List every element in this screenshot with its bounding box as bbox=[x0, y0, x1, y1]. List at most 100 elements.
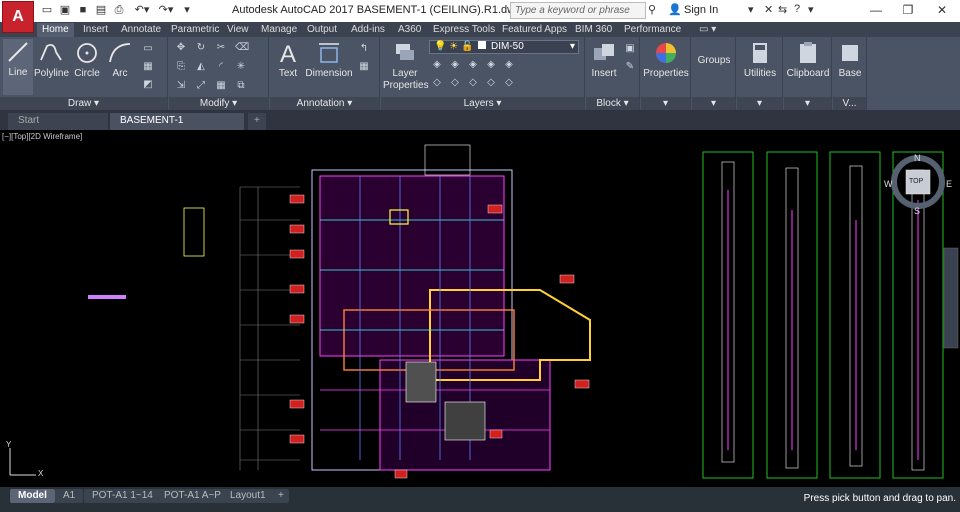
tab-annotate[interactable]: Annotate bbox=[116, 23, 166, 37]
fillet-icon[interactable]: ◜ bbox=[215, 61, 227, 73]
ribbon-toggle-icon[interactable]: ▭ ▾ bbox=[694, 23, 721, 37]
customize-qat-icon[interactable]: ▾ bbox=[180, 3, 194, 17]
a360-icon[interactable]: ⇆ bbox=[778, 3, 787, 16]
print-icon[interactable]: ⎙ bbox=[112, 3, 126, 17]
tab-layout-pot-a1-1-14[interactable]: POT-A1 1~14 bbox=[84, 489, 161, 503]
stretch-icon[interactable]: ⇲ bbox=[175, 80, 187, 92]
layer-tool-icon[interactable]: ◇ bbox=[449, 77, 461, 89]
drawing-canvas[interactable]: [−][Top][2D Wireframe] N W E S TOP Y X bbox=[0, 130, 960, 487]
help-icon[interactable]: ? bbox=[794, 3, 800, 15]
line-button[interactable]: Line bbox=[3, 39, 33, 95]
tab-insert[interactable]: Insert bbox=[78, 23, 113, 37]
layers-panel-label[interactable]: Layers ▾ bbox=[381, 97, 584, 110]
properties-panel-dropdown[interactable]: ▾ bbox=[641, 97, 690, 110]
tab-a360[interactable]: A360 bbox=[393, 23, 426, 37]
base-button[interactable]: Base bbox=[835, 40, 865, 79]
tab-express-tools[interactable]: Express Tools bbox=[428, 23, 500, 37]
polyline-button[interactable]: Polyline bbox=[34, 40, 69, 79]
exchange-icon[interactable]: ✕ bbox=[764, 3, 773, 16]
array-icon[interactable]: ▦ bbox=[215, 80, 227, 92]
viewcube-top-face[interactable]: TOP bbox=[909, 178, 923, 185]
offset-icon[interactable]: ⧉ bbox=[235, 80, 247, 92]
erase-icon[interactable]: ⌫ bbox=[235, 42, 249, 54]
block-panel-label[interactable]: Block ▾ bbox=[586, 97, 639, 110]
open-icon[interactable]: ▣ bbox=[58, 3, 72, 17]
tab-performance[interactable]: Performance bbox=[619, 23, 686, 37]
new-tab-button[interactable]: + bbox=[248, 113, 266, 130]
tab-start[interactable]: Start bbox=[8, 113, 108, 130]
arc-button[interactable]: Arc bbox=[106, 40, 134, 79]
groups-panel-dropdown[interactable]: ▾ bbox=[692, 97, 735, 110]
user-icon[interactable]: 👤 bbox=[668, 3, 682, 16]
rotate-icon[interactable]: ↻ bbox=[195, 42, 207, 54]
save-icon[interactable]: ■ bbox=[76, 3, 90, 17]
tab-layout-pot-a1-a-p[interactable]: POT-A1 A~P bbox=[156, 489, 229, 503]
saveas-icon[interactable]: ▤ bbox=[94, 3, 108, 17]
layer-tool-icon[interactable]: ◈ bbox=[449, 59, 461, 71]
utilities-panel-dropdown[interactable]: ▾ bbox=[737, 97, 782, 110]
edit-block-icon[interactable]: ✎ bbox=[624, 61, 636, 73]
tab-manage[interactable]: Manage bbox=[256, 23, 302, 37]
scale-icon[interactable]: ⤢ bbox=[195, 80, 207, 92]
restore-button[interactable]: ❐ bbox=[892, 0, 924, 20]
layer-tool-icon[interactable]: ◈ bbox=[431, 59, 443, 71]
layer-tool-icon[interactable]: ◇ bbox=[485, 77, 497, 89]
tab-featured-apps[interactable]: Featured Apps bbox=[497, 23, 572, 37]
layer-properties-button[interactable]: Layer Properties bbox=[383, 40, 429, 92]
search-input[interactable]: Type a keyword or phrase bbox=[510, 2, 646, 19]
tab-model[interactable]: Model bbox=[10, 489, 55, 503]
view-panel-label[interactable]: V... bbox=[833, 97, 866, 110]
copy-icon[interactable]: ⎘ bbox=[175, 61, 187, 73]
navigation-bar[interactable] bbox=[943, 247, 959, 349]
tab-drawing[interactable]: BASEMENT-1 (CEILING).R1 ✕ bbox=[110, 113, 244, 142]
redo-icon[interactable]: ↷▾ bbox=[156, 3, 176, 17]
circle-button[interactable]: Circle bbox=[72, 40, 102, 79]
annotation-panel-label[interactable]: Annotation ▾ bbox=[270, 97, 379, 110]
close-button[interactable]: ✕ bbox=[926, 0, 958, 20]
tab-layout1[interactable]: Layout1 bbox=[222, 489, 274, 503]
layer-tool-icon[interactable]: ◈ bbox=[467, 59, 479, 71]
add-layout-button[interactable]: + bbox=[273, 489, 289, 503]
new-icon[interactable]: ▭ bbox=[40, 3, 54, 17]
layer-dropdown[interactable]: 💡 ☀ 🔓 DIM-50 ▾ bbox=[429, 40, 579, 54]
trim-icon[interactable]: ✂ bbox=[215, 42, 227, 54]
layer-tool-icon[interactable]: ◈ bbox=[485, 59, 497, 71]
draw-panel-label[interactable]: Draw ▾ bbox=[0, 97, 167, 110]
text-button[interactable]: A Text bbox=[274, 40, 302, 79]
viewcube-south[interactable]: S bbox=[914, 206, 920, 216]
utilities-button[interactable]: Utilities bbox=[739, 40, 781, 79]
tab-home[interactable]: Home bbox=[37, 23, 74, 37]
insert-button[interactable]: Insert bbox=[588, 40, 620, 79]
layer-tool-icon[interactable]: ◈ bbox=[503, 59, 515, 71]
minimize-button[interactable]: — bbox=[860, 0, 892, 20]
undo-icon[interactable]: ↶▾ bbox=[132, 3, 152, 17]
app-menu-button[interactable]: A bbox=[2, 1, 34, 33]
leader-icon[interactable]: ↰ bbox=[358, 43, 370, 55]
help-dropdown-icon[interactable]: ▾ bbox=[808, 3, 814, 16]
hatch-icon[interactable]: ▦ bbox=[142, 61, 154, 73]
tab-add-ins[interactable]: Add-ins bbox=[346, 23, 390, 37]
mirror-icon[interactable]: ◭ bbox=[195, 61, 207, 73]
layer-tool-icon[interactable]: ◇ bbox=[467, 77, 479, 89]
tab-bim-360[interactable]: BIM 360 bbox=[570, 23, 617, 37]
explode-icon[interactable]: ✳ bbox=[235, 61, 247, 73]
viewcube-west[interactable]: W bbox=[884, 179, 893, 189]
modify-panel-label[interactable]: Modify ▾ bbox=[169, 97, 268, 110]
tab-layout-a1[interactable]: A1 bbox=[55, 489, 84, 503]
dimension-button[interactable]: Dimension bbox=[304, 40, 354, 79]
layer-tool-icon[interactable]: ◇ bbox=[503, 77, 515, 89]
tab-parametric[interactable]: Parametric bbox=[166, 23, 224, 37]
layer-tool-icon[interactable]: ◇ bbox=[431, 77, 443, 89]
clipboard-button[interactable]: Clipboard bbox=[786, 40, 830, 79]
dropdown-icon[interactable]: ▾ bbox=[748, 3, 754, 16]
table-icon[interactable]: ▦ bbox=[358, 61, 370, 73]
viewcube-east[interactable]: E bbox=[946, 179, 952, 189]
tab-view[interactable]: View bbox=[222, 23, 254, 37]
tab-output[interactable]: Output bbox=[302, 23, 342, 37]
move-icon[interactable]: ✥ bbox=[175, 42, 187, 54]
viewcube-north[interactable]: N bbox=[914, 153, 921, 163]
groups-button[interactable]: Groups bbox=[694, 55, 734, 66]
gradient-icon[interactable]: ◩ bbox=[142, 79, 154, 91]
properties-button[interactable]: Properties bbox=[642, 40, 690, 79]
clipboard-panel-dropdown[interactable]: ▾ bbox=[784, 97, 831, 110]
